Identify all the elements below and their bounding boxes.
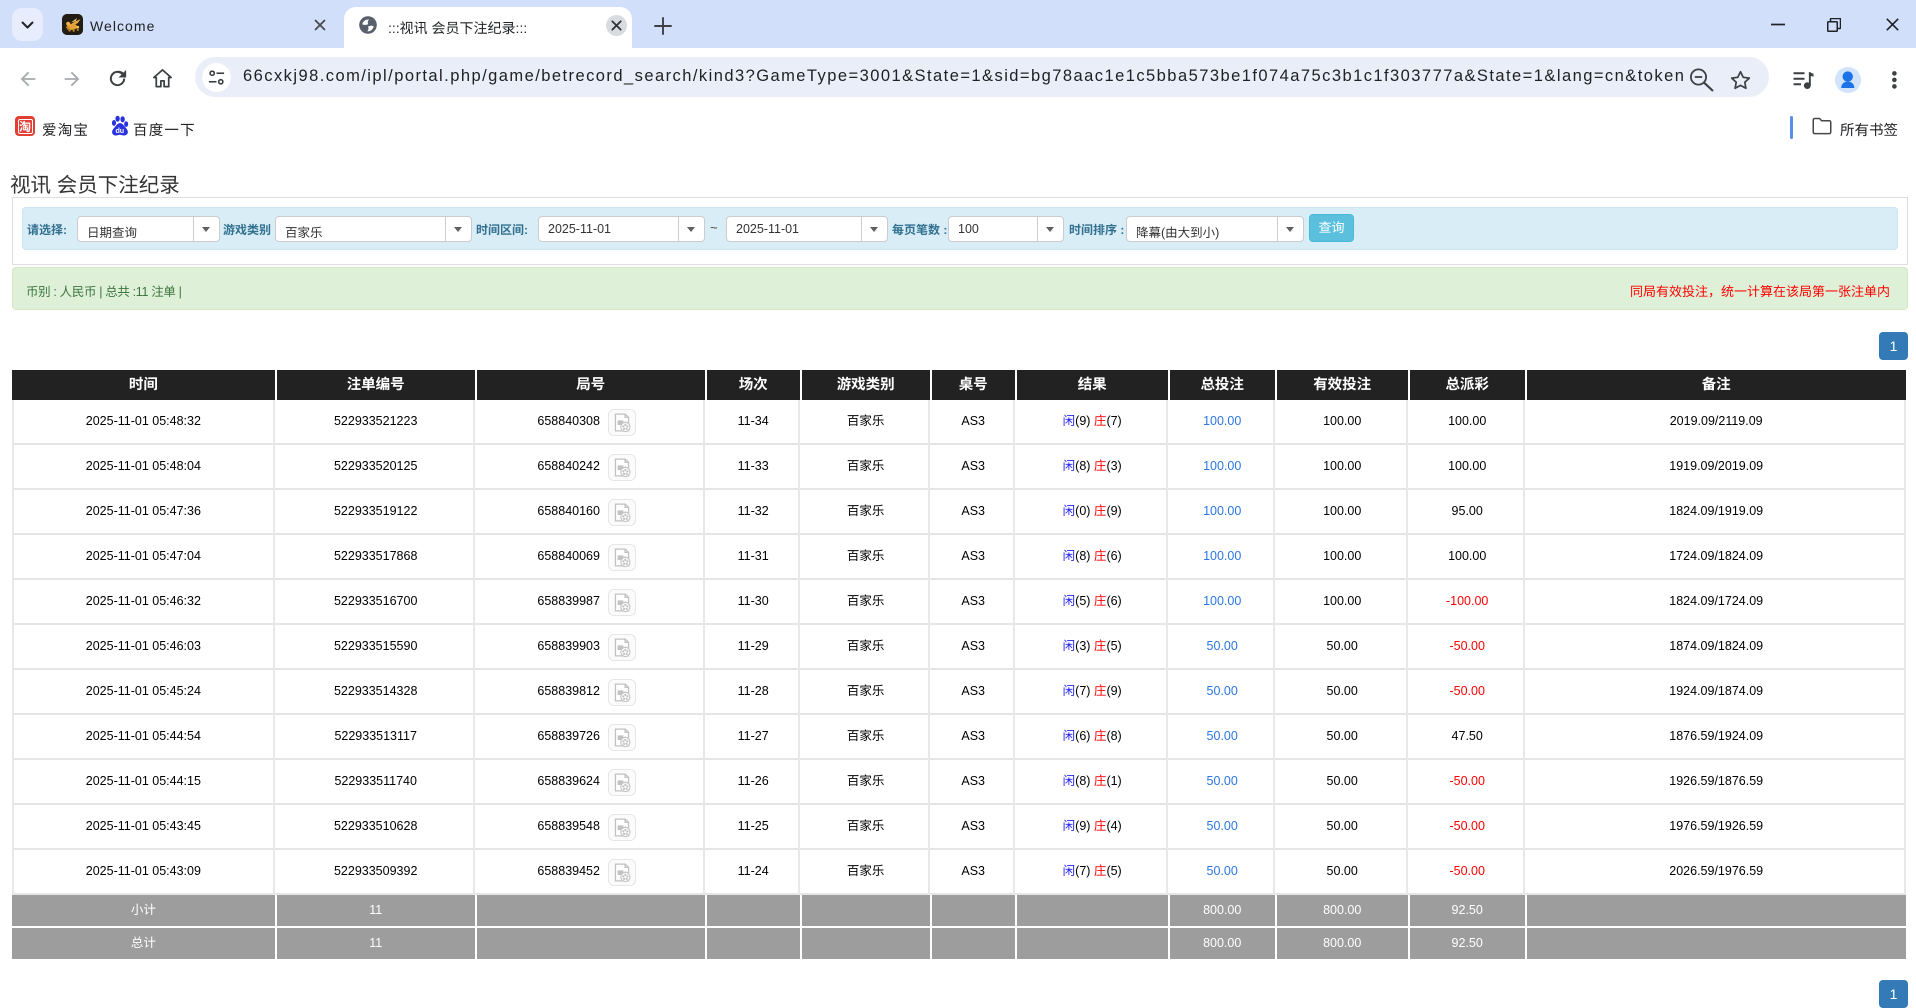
svg-text:du: du [115,127,124,135]
